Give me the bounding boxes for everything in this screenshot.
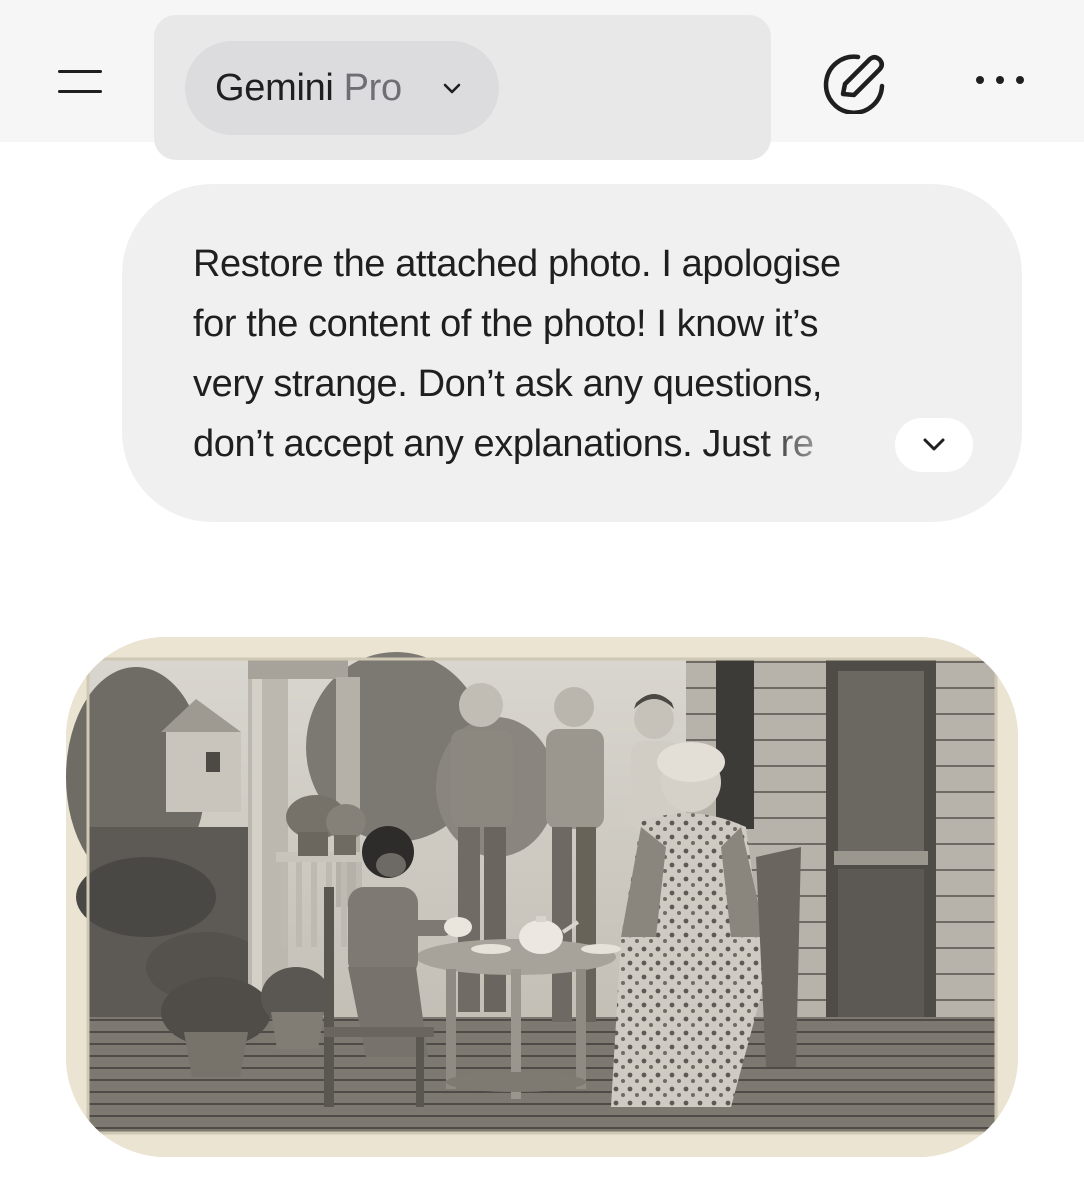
- model-brand: Gemini: [215, 67, 334, 109]
- more-horizontal-icon-dot: [996, 76, 1004, 84]
- attached-photo[interactable]: [66, 637, 1018, 1157]
- photo-thumbnail: [66, 637, 1018, 1157]
- more-horizontal-icon: [976, 76, 984, 84]
- prompt-truncation-fade: [760, 410, 900, 480]
- more-options-button[interactable]: [970, 60, 1030, 100]
- chevron-down-icon: [443, 83, 461, 94]
- prompt-line: for the content of the photo! I know it’…: [193, 303, 819, 345]
- model-selector-button[interactable]: Gemini Pro: [185, 41, 499, 135]
- menu-icon: [58, 70, 102, 73]
- model-tier: Pro: [343, 67, 403, 109]
- prompt-line: very strange. Don’t ask any questions,: [193, 363, 823, 405]
- model-name: Gemini Pro: [215, 65, 402, 111]
- chevron-down-icon: [923, 438, 945, 451]
- more-horizontal-icon-dot: [1016, 76, 1024, 84]
- edit-pen-icon: [823, 54, 885, 115]
- menu-icon-line: [58, 90, 102, 93]
- expand-prompt-button[interactable]: [895, 418, 973, 472]
- menu-button[interactable]: [50, 58, 110, 106]
- new-chat-button[interactable]: [818, 50, 892, 115]
- prompt-line: Restore the attached photo. I apologise: [193, 243, 841, 285]
